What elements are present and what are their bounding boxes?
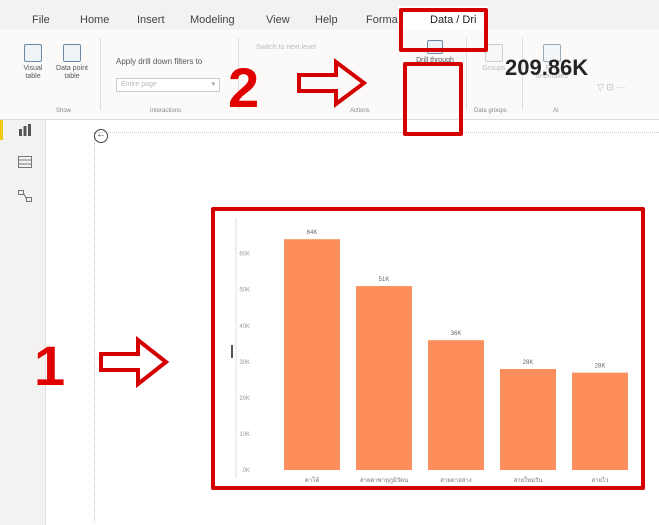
arrow-right-icon (99, 336, 170, 388)
highlight-box-tab (399, 8, 488, 52)
highlight-box-visual (211, 207, 645, 490)
step-1-label: 1 (34, 334, 66, 397)
step-2-label: 2 (228, 56, 260, 119)
arrow-right-icon (297, 58, 368, 108)
highlight-box-drill-through (403, 62, 463, 136)
